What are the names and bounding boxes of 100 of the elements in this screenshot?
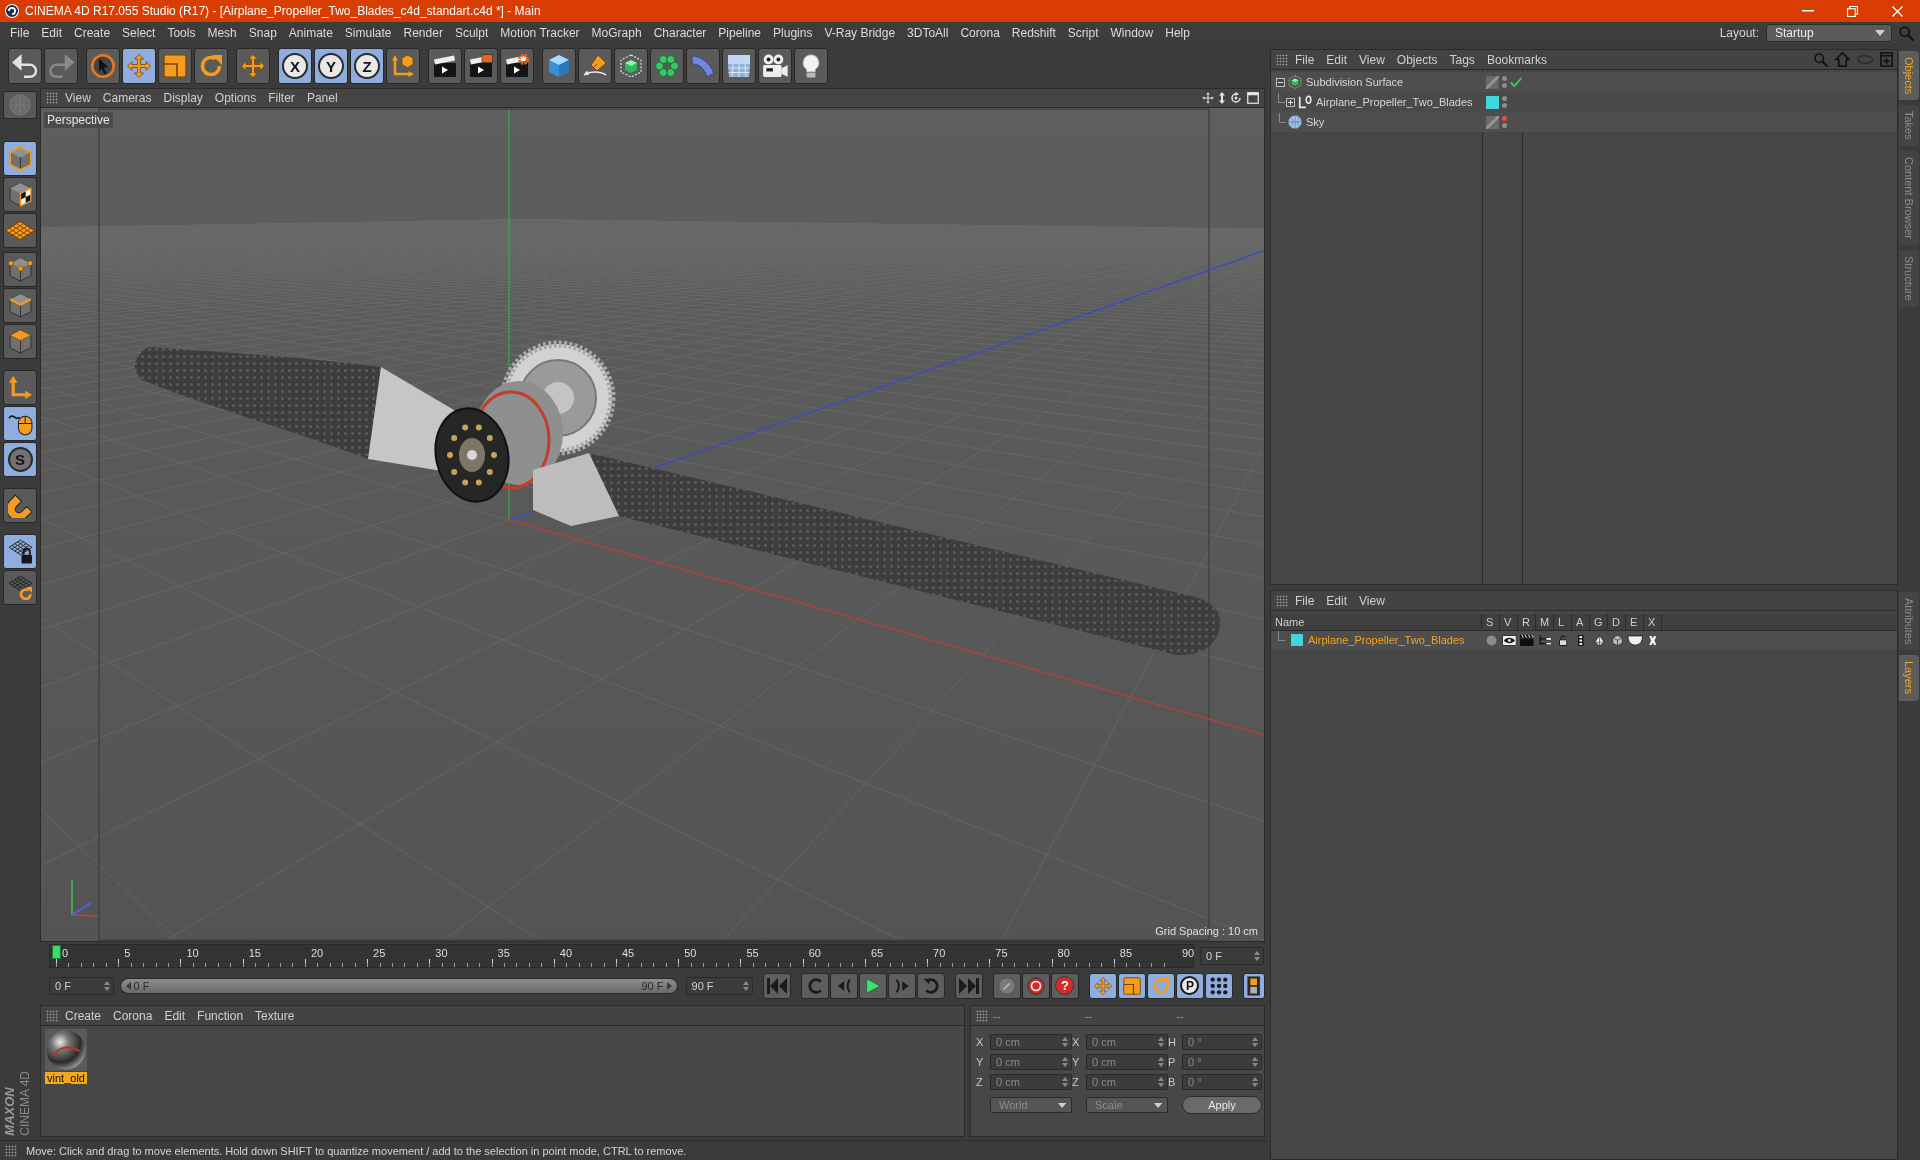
menu-item[interactable]: Display: [157, 91, 209, 105]
menu-item[interactable]: Panel: [300, 91, 344, 105]
key-scale-button[interactable]: [1118, 972, 1146, 999]
autokeying-button[interactable]: [1022, 972, 1050, 999]
current-frame-marker[interactable]: [52, 945, 61, 959]
layer-swatch-icon[interactable]: [1486, 95, 1499, 109]
recent-tool-button[interactable]: [236, 48, 270, 84]
pen-tool-button[interactable]: [578, 48, 612, 84]
floor-object-button[interactable]: [722, 48, 756, 84]
axis-mode-button[interactable]: [3, 370, 37, 405]
dot-icon[interactable]: [1485, 634, 1497, 646]
menu-item[interactable]: MoGraph: [585, 24, 648, 42]
go-to-end-button[interactable]: [955, 972, 983, 999]
menu-item[interactable]: Function: [191, 1008, 250, 1023]
axis-lock-button[interactable]: X: [278, 48, 312, 84]
menu-item[interactable]: V-Ray Bridge: [818, 24, 902, 42]
menu-item[interactable]: Corona: [107, 1008, 159, 1023]
grip-icon[interactable]: [5, 1144, 17, 1157]
menu-item[interactable]: Select: [116, 24, 162, 42]
up-down-arrows-icon[interactable]: [1219, 92, 1225, 104]
side-tab[interactable]: Objects: [1899, 51, 1919, 101]
menu-item[interactable]: Motion Tracker: [494, 24, 586, 42]
material-name[interactable]: vint_old: [45, 1072, 87, 1084]
expand-toggle[interactable]: [1286, 97, 1295, 107]
menu-item[interactable]: Cameras: [96, 91, 158, 105]
subdivision-surface-button[interactable]: [614, 48, 648, 84]
menu-item[interactable]: Sculpt: [448, 24, 495, 42]
align-workplane-button[interactable]: [3, 570, 37, 605]
points-mode-button[interactable]: [3, 252, 37, 287]
start-frame-field[interactable]: 0 F: [49, 976, 114, 995]
layer-row[interactable]: Airplane_Propeller_Two_Blades: [1271, 631, 1897, 649]
position-field[interactable]: 0 cm: [990, 1074, 1072, 1090]
key-point-level-button[interactable]: [1205, 972, 1233, 999]
render-dot-icon[interactable]: [1502, 123, 1507, 128]
coordinate-system-button[interactable]: [386, 48, 420, 84]
menu-item[interactable]: Pipeline: [712, 24, 768, 42]
key-position-button[interactable]: [1089, 972, 1117, 999]
editor-dot-icon[interactable]: [1502, 96, 1507, 101]
eye-icon[interactable]: [1501, 634, 1517, 646]
window-icon[interactable]: [1247, 92, 1259, 104]
menu-item[interactable]: File: [1289, 593, 1321, 608]
editor-dot-icon[interactable]: [1502, 116, 1507, 121]
menu-item[interactable]: Script: [1061, 24, 1105, 42]
film-strip-icon[interactable]: [1578, 634, 1584, 646]
menu-item[interactable]: Edit: [158, 1008, 192, 1023]
menu-item[interactable]: File: [4, 24, 36, 42]
object-row[interactable]: Sky: [1271, 112, 1897, 132]
render-dot-icon[interactable]: [1501, 83, 1507, 88]
x-shape-icon[interactable]: [1648, 634, 1658, 646]
menu-item[interactable]: Tools: [161, 24, 202, 42]
menu-item[interactable]: Corona: [954, 24, 1006, 42]
snapping-button[interactable]: [3, 488, 37, 523]
edges-mode-button[interactable]: [3, 288, 37, 323]
menu-item[interactable]: Render: [397, 24, 449, 42]
check-icon[interactable]: [1509, 76, 1522, 88]
axis-lock-button[interactable]: Y: [314, 48, 348, 84]
menu-item[interactable]: View: [1353, 52, 1391, 67]
layout-dropdown[interactable]: Startup: [1766, 24, 1892, 42]
solo-button[interactable]: S: [3, 442, 37, 477]
render-view-button[interactable]: [428, 48, 462, 84]
menu-item[interactable]: Filter: [262, 91, 301, 105]
menu-item[interactable]: Window: [1104, 24, 1160, 42]
menu-item[interactable]: Simulate: [338, 24, 398, 42]
model-mode-button[interactable]: [3, 141, 37, 176]
lock-workplane-button[interactable]: [3, 534, 37, 569]
key-rotation-button[interactable]: [1147, 972, 1175, 999]
texture-mode-button[interactable]: [3, 177, 37, 212]
menu-item[interactable]: View: [1353, 593, 1391, 608]
grip-icon[interactable]: [46, 92, 58, 104]
menu-item[interactable]: Bookmarks: [1480, 52, 1553, 67]
menu-item[interactable]: Animate: [282, 24, 339, 42]
editor-dot-icon[interactable]: [1501, 76, 1507, 81]
menu-item[interactable]: Edit: [35, 24, 69, 42]
workplane-mode-button[interactable]: [3, 213, 37, 248]
grip-icon[interactable]: [1276, 594, 1288, 607]
go-to-start-button[interactable]: [763, 972, 791, 999]
axis-lock-button[interactable]: Z: [350, 48, 384, 84]
clapperboard-icon[interactable]: [1520, 634, 1534, 646]
menu-item[interactable]: Edit: [1320, 593, 1354, 608]
material-sphere-icon[interactable]: [45, 1029, 87, 1071]
previous-key-button[interactable]: [801, 972, 829, 999]
menu-item[interactable]: Snap: [242, 24, 283, 42]
rotation-field[interactable]: 0 °: [1182, 1074, 1262, 1090]
timeline-ruler[interactable]: 0 5 10 15 20 25 30 35 40 45 50 55 60 65 70 75 80 85 90: [49, 944, 1194, 968]
grip-icon[interactable]: [1276, 53, 1288, 66]
rotation-field[interactable]: 0 °: [1182, 1054, 1262, 1070]
menu-item[interactable]: Redshift: [1005, 24, 1062, 42]
cup-icon[interactable]: [1626, 634, 1644, 646]
scale-tool-button[interactable]: [158, 48, 192, 84]
hierarchy-icon[interactable]: [1538, 634, 1552, 646]
menu-item[interactable]: Character: [647, 24, 713, 42]
size-field[interactable]: 0 cm: [1086, 1054, 1168, 1070]
polygons-mode-button[interactable]: [3, 324, 37, 359]
rotation-field[interactable]: 0 °: [1182, 1034, 1262, 1050]
side-tab[interactable]: Layers: [1899, 655, 1919, 701]
current-frame-field[interactable]: 0 F: [1200, 947, 1264, 965]
collapse-toggle[interactable]: [1276, 77, 1285, 87]
live-selection-button[interactable]: [86, 48, 120, 84]
apply-button[interactable]: Apply: [1182, 1096, 1262, 1114]
grip-icon[interactable]: [976, 1009, 988, 1022]
